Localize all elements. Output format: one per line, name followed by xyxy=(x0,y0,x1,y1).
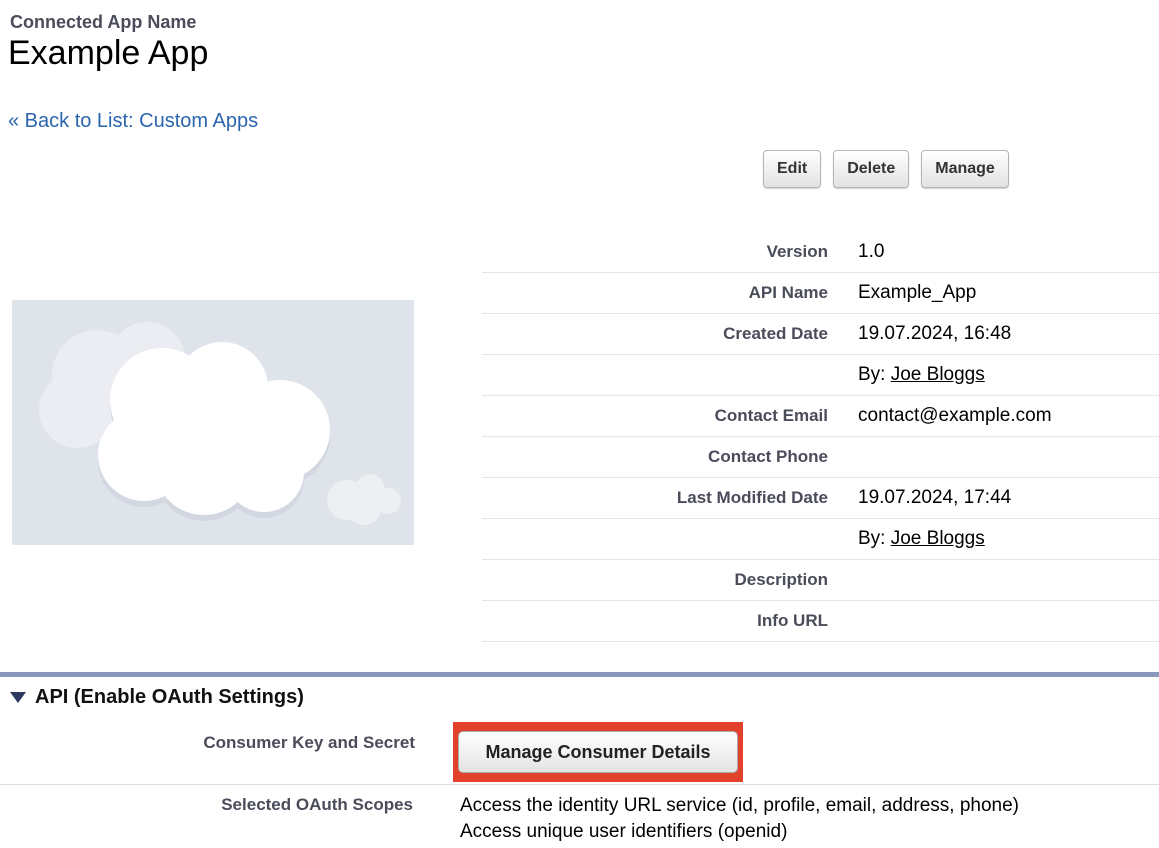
oauth-section-title: API (Enable OAuth Settings) xyxy=(35,686,304,709)
manage-button[interactable]: Manage xyxy=(921,150,1009,188)
oauth-section-header[interactable]: API (Enable OAuth Settings) xyxy=(10,686,304,709)
detail-row: Description xyxy=(482,560,1159,601)
oauth-scopes-list: Access the identity URL service (id, pro… xyxy=(460,793,1019,845)
detail-row: Created Date 19.07.2024, 16:48 xyxy=(482,314,1159,355)
detail-row: By: Joe Bloggs xyxy=(482,355,1159,396)
field-label: Contact Email xyxy=(482,406,828,426)
detail-row: Contact Email contact@example.com xyxy=(482,396,1159,437)
highlight-annotation-box: Manage Consumer Details xyxy=(453,722,743,782)
field-label: Contact Phone xyxy=(482,447,828,467)
page-title: Example App xyxy=(8,34,208,73)
field-value: By: Joe Bloggs xyxy=(858,364,985,386)
field-value: Example_App xyxy=(858,282,976,304)
oauth-scope-item: Access unique user identifiers (openid) xyxy=(460,819,1019,845)
row-divider-line xyxy=(0,784,1159,785)
app-detail-table: Version 1.0 API Name Example_App Created Dat… xyxy=(482,232,1159,642)
field-label: Description xyxy=(482,570,828,590)
app-logo-image xyxy=(12,300,414,545)
detail-row: By: Joe Bloggs xyxy=(482,519,1159,560)
field-value: 19.07.2024, 16:48 xyxy=(858,323,1011,345)
manage-consumer-details-button[interactable]: Manage Consumer Details xyxy=(458,731,738,773)
detail-row: Contact Phone xyxy=(482,437,1159,478)
back-to-list-link[interactable]: « Back to List: Custom Apps xyxy=(8,110,258,133)
field-label: Version xyxy=(482,242,828,262)
section-divider-bar xyxy=(0,672,1159,677)
selected-oauth-scopes-label: Selected OAuth Scopes xyxy=(0,795,413,815)
delete-button[interactable]: Delete xyxy=(833,150,909,188)
field-value: By: Joe Bloggs xyxy=(858,528,985,550)
connected-app-name-label: Connected App Name xyxy=(10,12,196,33)
detail-row: Last Modified Date 19.07.2024, 17:44 xyxy=(482,478,1159,519)
cloud-logo-icon xyxy=(12,300,414,545)
field-value: 1.0 xyxy=(858,241,884,263)
user-link[interactable]: Joe Bloggs xyxy=(891,528,985,549)
field-value: 19.07.2024, 17:44 xyxy=(858,487,1011,509)
field-value: contact@example.com xyxy=(858,405,1052,427)
user-link[interactable]: Joe Bloggs xyxy=(891,364,985,385)
connected-app-detail-page: Connected App Name Example App « Back to… xyxy=(0,0,1159,848)
detail-row: API Name Example_App xyxy=(482,273,1159,314)
field-label: Last Modified Date xyxy=(482,488,828,508)
consumer-key-secret-label: Consumer Key and Secret xyxy=(0,733,415,753)
field-label: Created Date xyxy=(482,324,828,344)
collapse-triangle-icon xyxy=(10,692,26,703)
edit-button[interactable]: Edit xyxy=(763,150,821,188)
action-toolbar: Edit Delete Manage xyxy=(763,150,1009,188)
oauth-scope-item: Access the identity URL service (id, pro… xyxy=(460,793,1019,819)
field-label: Info URL xyxy=(482,611,828,631)
detail-row: Version 1.0 xyxy=(482,232,1159,273)
detail-row: Info URL xyxy=(482,601,1159,642)
field-label: API Name xyxy=(482,283,828,303)
